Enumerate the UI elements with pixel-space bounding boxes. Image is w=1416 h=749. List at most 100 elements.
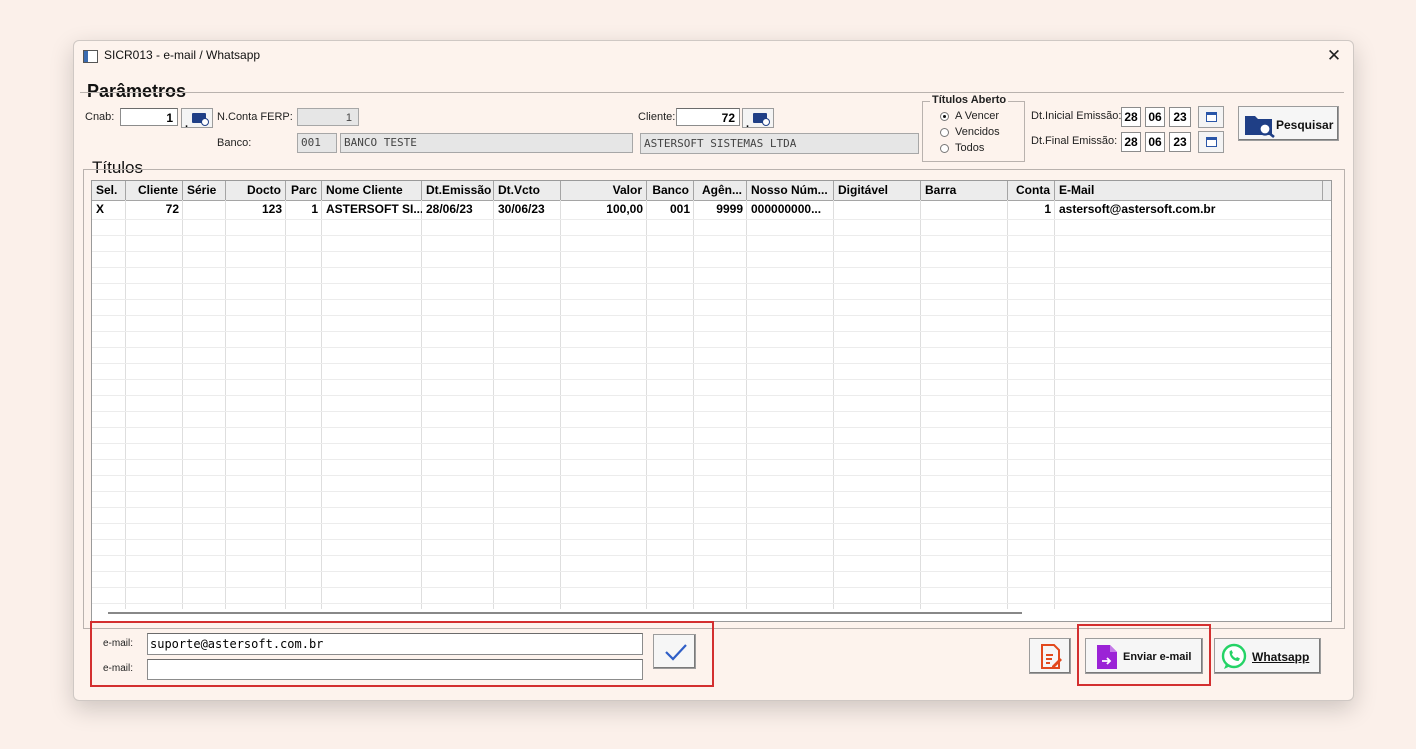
- cell-agencia: 9999: [716, 202, 743, 216]
- cell-sel: X: [96, 202, 105, 216]
- col-header-cliente[interactable]: Cliente: [126, 181, 183, 200]
- cell-nosso-numero: 000000000...: [751, 202, 822, 216]
- col-header-nome-cliente[interactable]: Nome Cliente: [322, 181, 422, 200]
- grid-row-line: [92, 475, 1331, 476]
- dot-label: .: [185, 118, 189, 130]
- grid-column-line: [693, 200, 694, 609]
- cell-banco: 001: [669, 202, 690, 216]
- banco-code: 001: [297, 133, 337, 153]
- dt-inicial-month[interactable]: 06: [1145, 107, 1165, 127]
- titulos-grid[interactable]: Sel. Cliente Série Docto Parc Nome Cliente Dt.…: [91, 180, 1332, 622]
- grid-row-line: [92, 491, 1331, 492]
- grid-row-line: [92, 299, 1331, 300]
- grid-row-line: [92, 459, 1331, 460]
- col-header-agencia[interactable]: Agên...: [694, 181, 747, 200]
- dt-inicial-calendar-button[interactable]: [1198, 106, 1224, 128]
- col-header-banco[interactable]: Banco: [647, 181, 694, 200]
- grid-row-line: [92, 363, 1331, 364]
- col-header-parc[interactable]: Parc: [286, 181, 322, 200]
- col-header-valor[interactable]: Valor: [561, 181, 647, 200]
- report-button[interactable]: [1029, 638, 1071, 674]
- cliente-name: ASTERSOFT SISTEMAS LTDA: [640, 133, 919, 154]
- dt-final-month[interactable]: 06: [1145, 132, 1165, 152]
- window-title: SICR013 - e-mail / Whatsapp: [104, 48, 261, 62]
- grid-column-line: [1054, 200, 1055, 609]
- dt-inicial-year[interactable]: 23: [1169, 107, 1191, 127]
- grid-row-line: [92, 555, 1331, 556]
- col-header-dt-vcto[interactable]: Dt.Vcto: [494, 181, 561, 200]
- grid-row-line: [92, 315, 1331, 316]
- report-edit-icon: [1041, 644, 1062, 669]
- cnab-input[interactable]: 1: [120, 108, 178, 126]
- enviar-email-button[interactable]: Enviar e-mail: [1085, 638, 1203, 674]
- col-header-dt-emissao[interactable]: Dt.Emissão: [422, 181, 494, 200]
- dt-final-year[interactable]: 23: [1169, 132, 1191, 152]
- grid-row-line: [92, 507, 1331, 508]
- email-input-1[interactable]: suporte@astersoft.com.br: [147, 633, 643, 655]
- pesquisar-button[interactable]: Pesquisar: [1238, 106, 1339, 141]
- col-header-nosso-numero[interactable]: Nosso Núm...: [747, 181, 834, 200]
- confirm-button[interactable]: [653, 634, 696, 669]
- radio-todos[interactable]: [940, 144, 949, 153]
- grid-row-line: [92, 587, 1331, 588]
- banco-label: Banco:: [217, 137, 252, 149]
- banco-name: BANCO TESTE: [340, 133, 633, 153]
- email-input-2[interactable]: [147, 659, 643, 680]
- cell-barra: [921, 200, 1008, 219]
- grid-column-line: [125, 200, 126, 609]
- whatsapp-button[interactable]: Whatsapp: [1214, 638, 1321, 674]
- col-header-conta[interactable]: Conta: [1008, 181, 1055, 200]
- radio-a-vencer[interactable]: [940, 112, 949, 121]
- grid-row-line: [92, 251, 1331, 252]
- grid-column-line: [646, 200, 647, 609]
- cell-cliente: 72: [165, 202, 179, 216]
- grid-column-line: [746, 200, 747, 609]
- dt-final-day[interactable]: 28: [1121, 132, 1141, 152]
- horizontal-scrollbar[interactable]: [108, 612, 1022, 614]
- col-header-barra[interactable]: Barra: [921, 181, 1008, 200]
- grid-column-line: [920, 200, 921, 609]
- grid-row-line: [92, 331, 1331, 332]
- radio-todos-label: Todos: [955, 142, 985, 154]
- email-label-1: e-mail:: [103, 638, 134, 649]
- radio-vencidos[interactable]: [940, 128, 949, 137]
- main-window: SICR013 - e-mail / Whatsapp ✕ Parâmetros…: [73, 40, 1354, 701]
- dt-inicial-day[interactable]: 28: [1121, 107, 1141, 127]
- close-icon[interactable]: ✕: [1321, 43, 1347, 69]
- grid-row-line: [92, 235, 1331, 236]
- calendar-icon: [1206, 137, 1217, 147]
- cnab-search-button[interactable]: .: [181, 108, 213, 130]
- cell-digitavel: [834, 200, 921, 219]
- cliente-search-button[interactable]: .: [742, 108, 774, 130]
- grid-column-line: [421, 200, 422, 609]
- grid-row-line: [92, 379, 1331, 380]
- col-header-digitavel[interactable]: Digitável: [834, 181, 921, 200]
- grid-row-line: [92, 539, 1331, 540]
- whatsapp-icon: [1221, 643, 1247, 669]
- cliente-input[interactable]: 72: [676, 108, 740, 126]
- col-header-docto[interactable]: Docto: [226, 181, 286, 200]
- grid-column-line: [182, 200, 183, 609]
- cell-dt-emissao: 28/06/23: [426, 202, 473, 216]
- cell-serie: [183, 200, 226, 219]
- grid-row-line: [92, 603, 1331, 604]
- grid-row-line: [92, 571, 1331, 572]
- whatsapp-label: Whatsapp: [1252, 650, 1310, 664]
- col-header-e-mail[interactable]: E-Mail: [1055, 181, 1323, 200]
- cell-parc: 1: [311, 202, 318, 216]
- grid-row-line: [92, 283, 1331, 284]
- col-header-sel[interactable]: Sel.: [92, 181, 126, 200]
- grid-row-line: [92, 267, 1331, 268]
- email-label-2: e-mail:: [103, 663, 134, 674]
- nconta-input: 1: [297, 108, 359, 126]
- parametros-frame: [80, 92, 1344, 165]
- title-bar: SICR013 - e-mail / Whatsapp ✕: [74, 41, 1353, 71]
- dt-final-calendar-button[interactable]: [1198, 131, 1224, 153]
- titulos-aberto-title: Títulos Aberto: [930, 94, 1009, 106]
- grid-column-line: [1007, 200, 1008, 609]
- col-header-serie[interactable]: Série: [183, 181, 226, 200]
- folder-search-icon: [1245, 116, 1275, 138]
- check-icon: [665, 644, 687, 661]
- app-icon: [83, 50, 98, 63]
- cnab-label: Cnab:: [85, 111, 115, 123]
